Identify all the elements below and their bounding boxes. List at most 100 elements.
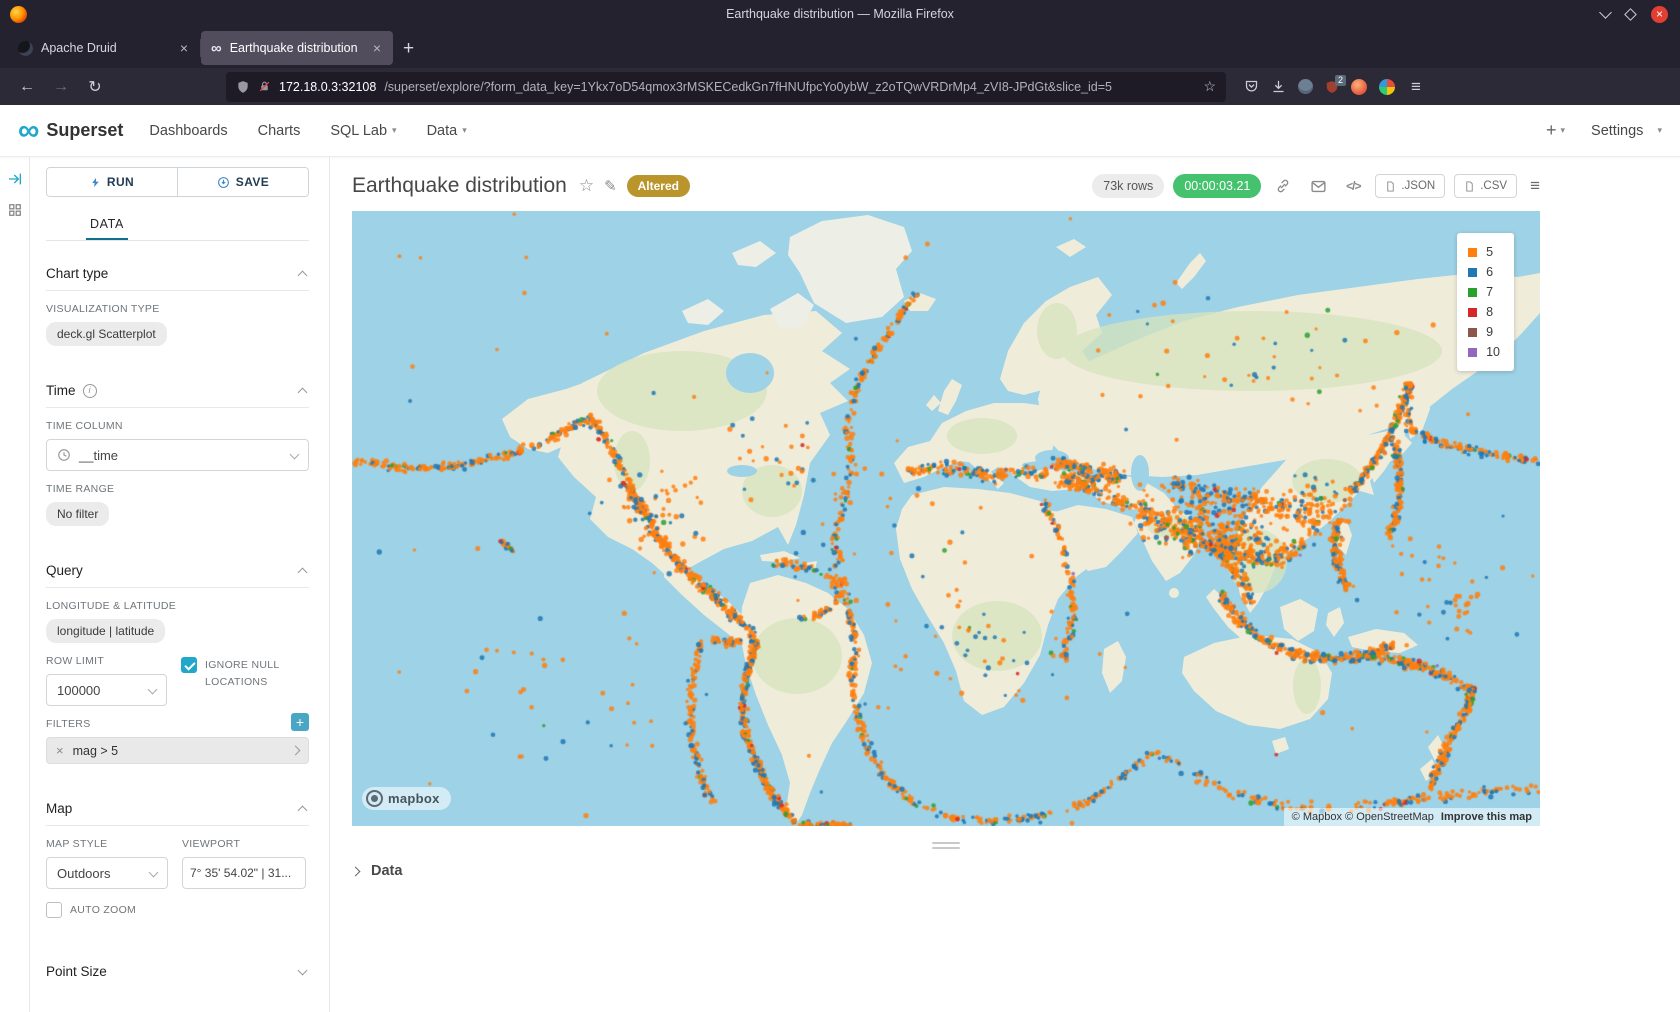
- bookmark-star-icon[interactable]: ☆: [1203, 78, 1216, 95]
- legend-item[interactable]: 9: [1468, 322, 1500, 342]
- expand-chevron-icon: [298, 965, 308, 975]
- map-style-select[interactable]: Outdoors: [46, 857, 168, 889]
- viz-type-pill[interactable]: deck.gl Scatterplot: [46, 322, 167, 346]
- nav-dashboards[interactable]: Dashboards: [149, 123, 227, 139]
- collapse-chevron-icon: [298, 271, 308, 281]
- legend-item[interactable]: 6: [1468, 262, 1500, 282]
- tab-data[interactable]: DATA: [86, 207, 128, 240]
- caret-down-icon: ▾: [392, 125, 397, 136]
- legend-item[interactable]: 10: [1468, 342, 1500, 362]
- tab-apache-druid[interactable]: Apache Druid ×: [8, 31, 200, 65]
- section-chart-type[interactable]: Chart type: [46, 255, 309, 291]
- legend-label: 9: [1486, 325, 1493, 339]
- filter-tag[interactable]: × mag > 5: [46, 737, 309, 764]
- time-range-pill[interactable]: No filter: [46, 502, 109, 526]
- map-legend[interactable]: 5 678 9 10: [1457, 233, 1514, 371]
- altered-badge[interactable]: Altered: [627, 175, 690, 197]
- window-close-icon[interactable]: ×: [1651, 6, 1668, 23]
- section-point-size[interactable]: Point Size: [46, 953, 309, 988]
- earthquake-scatter-layer[interactable]: [352, 211, 1540, 826]
- profile-avatar[interactable]: [1351, 79, 1367, 95]
- insecure-lock-icon[interactable]: [258, 80, 271, 93]
- window-minimize-icon[interactable]: [1599, 6, 1612, 19]
- extensions-pinwheel-icon[interactable]: [1379, 79, 1395, 95]
- run-button[interactable]: RUN: [47, 168, 177, 196]
- mapbox-logo[interactable]: mapbox: [362, 787, 451, 810]
- adblock-shield-icon[interactable]: 2: [1325, 80, 1339, 94]
- filters-label: FILTERS: [46, 718, 91, 730]
- titlebar: Earthquake distribution — Mozilla Firefo…: [0, 0, 1680, 28]
- attribution-mapbox[interactable]: © Mapbox: [1292, 811, 1342, 823]
- favorite-star-icon[interactable]: ☆: [579, 176, 594, 196]
- section-time[interactable]: Timei: [46, 372, 309, 408]
- dataset-grid-icon[interactable]: [8, 203, 22, 217]
- chart-title: Earthquake distribution: [352, 174, 567, 198]
- auto-zoom-checkbox[interactable]: [46, 902, 62, 918]
- lonlat-pill[interactable]: longitude | latitude: [46, 619, 165, 643]
- add-filter-button[interactable]: +: [291, 713, 309, 731]
- reload-button[interactable]: ↻: [80, 73, 110, 101]
- share-link-icon[interactable]: [1270, 173, 1296, 199]
- lonlat-label: LONGITUDE & LATITUDE: [46, 600, 309, 612]
- ignore-null-checkbox[interactable]: [181, 657, 197, 673]
- legend-swatch: [1468, 308, 1477, 317]
- settings-menu[interactable]: Settings ▾: [1591, 123, 1662, 139]
- chart-area: Earthquake distribution ☆ ✎ Altered 73k …: [330, 157, 1680, 1012]
- query-duration-badge: 00:00:03.21: [1173, 174, 1261, 198]
- forward-button[interactable]: →: [46, 73, 76, 101]
- tab-close-icon[interactable]: ×: [371, 40, 383, 56]
- section-map[interactable]: Map: [46, 790, 309, 826]
- tab-close-icon[interactable]: ×: [178, 40, 190, 56]
- legend-label: 5: [1486, 245, 1493, 259]
- new-tab-button[interactable]: +: [393, 38, 424, 60]
- superset-logo-icon[interactable]: ∞: [18, 119, 39, 143]
- attribution-osm[interactable]: © OpenStreetMap: [1345, 811, 1434, 823]
- tab-title: Earthquake distribution: [230, 41, 363, 55]
- remove-filter-icon[interactable]: ×: [56, 743, 64, 758]
- tab-earthquake-distribution[interactable]: ∞ Earthquake distribution ×: [201, 31, 393, 65]
- map-canvas[interactable]: 5678910 mapbox © Mapbox © OpenStreetMap …: [352, 211, 1540, 826]
- time-range-label: TIME RANGE: [46, 483, 309, 495]
- export-json-button[interactable]: .JSON: [1375, 174, 1445, 198]
- pocket-icon[interactable]: [1244, 79, 1259, 94]
- viewport-value[interactable]: 7° 35' 54.02" | 31...: [182, 857, 306, 889]
- legend-item[interactable]: 7: [1468, 282, 1500, 302]
- nav-data[interactable]: Data▾: [427, 123, 467, 139]
- superset-wordmark[interactable]: Superset: [46, 120, 123, 141]
- nav-sql-lab[interactable]: SQL Lab▾: [330, 123, 396, 139]
- nav-charts[interactable]: Charts: [258, 123, 301, 139]
- new-item-button[interactable]: +▾: [1546, 120, 1565, 141]
- chevron-down-icon: [149, 867, 159, 877]
- time-column-select[interactable]: __time: [46, 439, 309, 471]
- url-bar[interactable]: 172.18.0.3:32108 /superset/explore/?form…: [226, 72, 1226, 102]
- superset-header: ∞ Superset Dashboards Charts SQL Lab▾ Da…: [0, 105, 1680, 157]
- embed-code-icon[interactable]: </>: [1340, 173, 1366, 199]
- back-button[interactable]: ←: [12, 73, 42, 101]
- legend-item[interactable]: 8: [1468, 302, 1500, 322]
- panel-resize-handle[interactable]: [932, 842, 960, 849]
- row-limit-select[interactable]: 100000: [46, 674, 167, 706]
- legend-item[interactable]: 5: [1468, 242, 1500, 262]
- attribution-improve-link[interactable]: Improve this map: [1441, 811, 1532, 823]
- save-button[interactable]: SAVE: [177, 168, 308, 196]
- section-query[interactable]: Query: [46, 552, 309, 588]
- row-limit-label: ROW LIMIT: [46, 655, 167, 667]
- email-icon[interactable]: [1305, 173, 1331, 199]
- extension-icon[interactable]: [1298, 79, 1313, 94]
- downloads-icon[interactable]: [1271, 79, 1286, 94]
- data-panel-toggle[interactable]: Data: [352, 863, 1540, 879]
- legend-swatch: [1468, 268, 1477, 277]
- auto-zoom-label: AUTO ZOOM: [70, 902, 136, 919]
- expand-dataset-panel-icon[interactable]: [7, 171, 23, 187]
- viewport-label: VIEWPORT: [182, 838, 306, 850]
- legend-swatch: [1468, 328, 1477, 337]
- export-csv-button[interactable]: .CSV: [1454, 174, 1517, 198]
- tracking-shield-icon[interactable]: [236, 80, 250, 94]
- left-icon-strip: [0, 157, 30, 1012]
- menu-hamburger-icon[interactable]: ≡: [1411, 77, 1421, 97]
- viz-type-label: VISUALIZATION TYPE: [46, 303, 309, 315]
- edit-title-icon[interactable]: ✎: [604, 177, 617, 195]
- window-maximize-icon[interactable]: [1624, 8, 1637, 21]
- chart-menu-icon[interactable]: ≡: [1530, 176, 1540, 196]
- collapse-chevron-icon: [298, 806, 308, 816]
